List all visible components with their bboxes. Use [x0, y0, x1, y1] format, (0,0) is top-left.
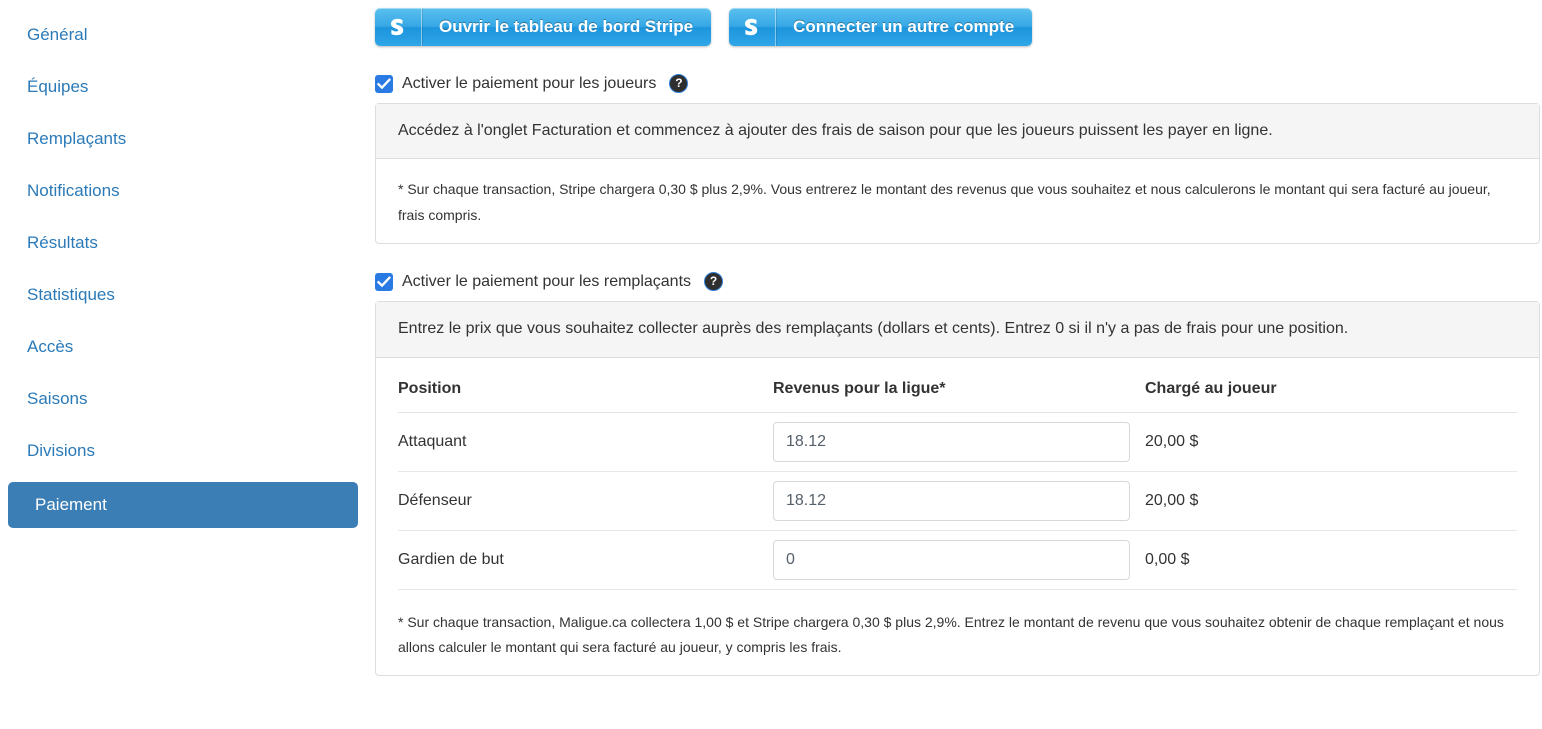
revenue-input-gardien[interactable]	[773, 539, 1130, 580]
enable-substitute-payment-row: Activer le paiement pour les remplaçants…	[375, 272, 1540, 292]
sidebar-item-equipes[interactable]: Équipes	[0, 66, 360, 108]
table-row: Gardien de but 0,00 $	[398, 530, 1517, 590]
enable-player-payment-row: Activer le paiement pour les joueurs ?	[375, 74, 1540, 93]
players-payment-panel: Accédez à l'onglet Facturation et commen…	[375, 103, 1540, 245]
revenue-cell	[773, 530, 1145, 590]
sidebar-item-statistiques[interactable]: Statistiques	[0, 274, 360, 316]
substitutes-fineprint-wrap: * Sur chaque transaction, Maligue.ca col…	[398, 590, 1517, 662]
settings-page: Général Équipes Remplaçants Notification…	[0, 0, 1542, 729]
substitutes-panel-header-text: Entrez le prix que vous souhaitez collec…	[376, 302, 1539, 358]
sidebar-item-divisions[interactable]: Divisions	[0, 430, 360, 472]
help-icon[interactable]: ?	[704, 272, 724, 292]
position-name: Attaquant	[398, 412, 773, 472]
sidebar-item-remplacants[interactable]: Remplaçants	[0, 118, 360, 160]
revenue-cell	[773, 412, 1145, 472]
players-panel-body: * Sur chaque transaction, Stripe charger…	[376, 159, 1539, 243]
enable-substitute-payment-checkbox[interactable]	[375, 272, 393, 291]
substitute-fee-table: Position Revenus pour la ligue* Chargé a…	[398, 375, 1517, 590]
charged-amount: 20,00 $	[1145, 412, 1517, 472]
connect-another-account-button[interactable]: Connecter un autre compte	[729, 8, 1033, 46]
sidebar-item-notifications[interactable]: Notifications	[0, 170, 360, 212]
payment-settings-main: Ouvrir le tableau de bord Stripe Connect…	[375, 0, 1540, 677]
sidebar-item-resultats[interactable]: Résultats	[0, 222, 360, 264]
sidebar-item-saisons[interactable]: Saisons	[0, 378, 360, 420]
sidebar-item-paiement[interactable]: Paiement	[8, 482, 358, 528]
revenue-input-attaquant[interactable]	[773, 421, 1130, 462]
column-header-charged: Chargé au joueur	[1145, 375, 1517, 413]
stripe-logo-icon	[375, 8, 422, 46]
sidebar-item-general[interactable]: Général	[0, 14, 360, 56]
players-panel-header-text: Accédez à l'onglet Facturation et commen…	[376, 104, 1539, 160]
position-name: Défenseur	[398, 471, 773, 531]
substitutes-payment-panel: Entrez le prix que vous souhaitez collec…	[375, 301, 1540, 677]
open-stripe-dashboard-label: Ouvrir le tableau de bord Stripe	[439, 17, 694, 36]
help-icon[interactable]: ?	[669, 74, 689, 93]
substitutes-fineprint: * Sur chaque transaction, Maligue.ca col…	[398, 613, 1504, 656]
stripe-logo-icon	[729, 8, 777, 46]
stripe-button-row: Ouvrir le tableau de bord Stripe Connect…	[375, 0, 1540, 46]
table-row: Attaquant 20,00 $	[398, 412, 1517, 472]
enable-player-payment-checkbox[interactable]	[375, 74, 393, 93]
revenue-input-defenseur[interactable]	[773, 480, 1130, 521]
position-name: Gardien de but	[398, 530, 773, 590]
revenue-cell	[773, 471, 1145, 531]
connect-another-account-label: Connecter un autre compte	[793, 17, 1015, 36]
open-stripe-dashboard-button[interactable]: Ouvrir le tableau de bord Stripe	[375, 8, 712, 46]
players-fineprint: * Sur chaque transaction, Stripe charger…	[398, 181, 1491, 224]
table-header-row: Position Revenus pour la ligue* Chargé a…	[398, 375, 1517, 413]
charged-amount: 0,00 $	[1145, 530, 1517, 590]
enable-player-payment-label: Activer le paiement pour les joueurs	[402, 74, 657, 92]
settings-sidebar: Général Équipes Remplaçants Notification…	[0, 0, 360, 538]
sidebar-item-acces[interactable]: Accès	[0, 326, 360, 368]
column-header-position: Position	[398, 375, 773, 413]
substitutes-panel-body: Position Revenus pour la ligue* Chargé a…	[376, 358, 1539, 676]
table-row: Défenseur 20,00 $	[398, 471, 1517, 531]
charged-amount: 20,00 $	[1145, 471, 1517, 531]
enable-substitute-payment-label: Activer le paiement pour les remplaçants	[402, 272, 692, 290]
column-header-revenue: Revenus pour la ligue*	[773, 375, 1145, 413]
